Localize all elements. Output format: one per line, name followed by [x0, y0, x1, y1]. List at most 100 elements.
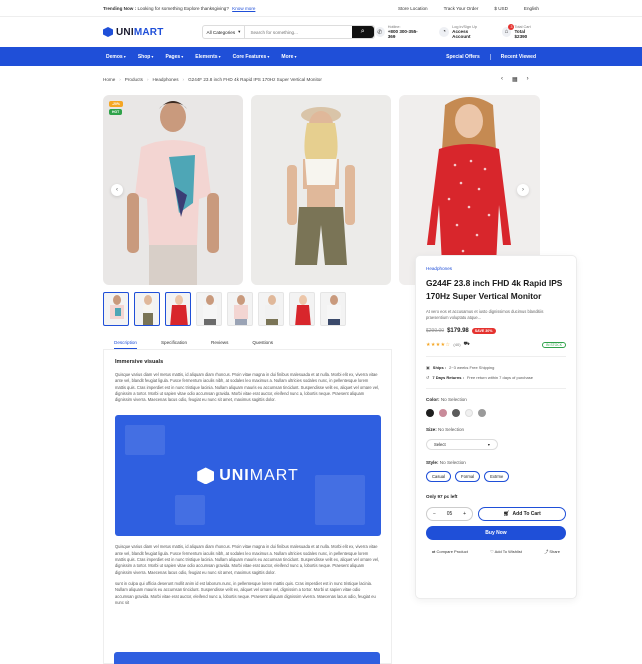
trending-link[interactable]: Know more: [232, 6, 255, 11]
store-location-link[interactable]: Store Location: [398, 6, 428, 11]
wishlist-button[interactable]: ♡ Add To Wishlist: [490, 549, 522, 555]
style-options: Casual Formal Extrme: [426, 471, 566, 482]
style-extrme[interactable]: Extrme: [484, 471, 510, 482]
nav-right: Special Offers Recent Viewed: [446, 53, 536, 60]
thumbnail-image: [110, 295, 124, 319]
tab-description[interactable]: Description: [114, 336, 137, 349]
cart[interactable]: ⌂ 3 Total Cart Total $2390: [501, 24, 539, 39]
color-swatch-gray[interactable]: [452, 409, 460, 417]
nav-demos[interactable]: Demos: [106, 54, 126, 60]
color-swatch-white[interactable]: [465, 409, 473, 417]
banner-logo: UNI MART: [197, 467, 299, 485]
product-image-2[interactable]: [251, 95, 391, 285]
next-product-icon[interactable]: ›: [527, 76, 529, 83]
color-swatch-black[interactable]: [426, 409, 434, 417]
secondary-banner: [114, 652, 380, 664]
special-offers-link[interactable]: Special Offers: [446, 54, 480, 60]
hotline-number: +800 300-355-369: [387, 29, 418, 39]
compare-button[interactable]: ⇄ Compare Product: [432, 549, 468, 555]
thumbnail-2[interactable]: [134, 292, 160, 326]
price-row: $299.00 $179.98 SAVE 30%: [426, 328, 566, 334]
plus-button[interactable]: +: [463, 511, 466, 517]
nav-shop[interactable]: Shop: [138, 54, 154, 60]
hotline[interactable]: ✆ Hotline: +800 300-355-369: [374, 25, 425, 39]
add-to-cart-button[interactable]: 🛒︎ Add To Cart: [478, 507, 566, 521]
style-label: Style: No Selection: [426, 460, 566, 465]
share-button[interactable]: ⤴ Share: [544, 549, 560, 555]
discount-badge: SAVE 30%: [471, 328, 496, 334]
nav-core-features[interactable]: Core Features: [233, 54, 270, 60]
model-crop-top-image: [287, 107, 355, 265]
product-image-1[interactable]: -20% HOT ‹: [103, 95, 243, 285]
product-info-panel: Headphones G244F 23.8 inch FHD 4k Rapid …: [415, 255, 577, 599]
product-category[interactable]: Headphones: [426, 266, 566, 271]
main-nav: Demos Shop Pages Elements Core Features …: [0, 47, 642, 66]
review-count[interactable]: (40): [453, 342, 460, 347]
style-label-text: Style:: [426, 460, 439, 465]
language-select[interactable]: English: [524, 6, 539, 11]
user-icon: ◔: [439, 27, 450, 37]
buy-now-button[interactable]: Buy Now: [426, 526, 566, 540]
tab-specification[interactable]: Specification: [161, 336, 187, 349]
color-swatch-pink[interactable]: [439, 409, 447, 417]
product-nav: ‹ ▦ ›: [501, 76, 529, 83]
product-tabs: Description Specification Reviews Questi…: [103, 336, 392, 350]
thumbnail-image: [170, 295, 188, 325]
quantity-stepper: − 05 +: [426, 507, 473, 521]
search-button[interactable]: ⌕: [351, 26, 374, 38]
arrow-left-icon[interactable]: ‹: [111, 184, 123, 196]
style-value: No Selection: [439, 460, 466, 465]
thumbnail-1[interactable]: [103, 292, 129, 326]
currency-select[interactable]: $ USD: [494, 6, 508, 11]
stock-left: Only 97 pc left: [426, 494, 458, 499]
minus-button[interactable]: −: [433, 511, 436, 517]
breadcrumb-products[interactable]: Products: [125, 77, 143, 82]
category-select[interactable]: All Categories ▾: [203, 26, 246, 38]
phone-icon: ✆: [374, 27, 385, 37]
header-info: ✆ Hotline: +800 300-355-369 ◔ Log in/Sign…: [374, 24, 539, 39]
nav-pages[interactable]: Pages: [165, 54, 183, 60]
thumbnail-8[interactable]: [320, 292, 346, 326]
grid-icon[interactable]: ▦: [512, 76, 518, 83]
top-links: Store Location Track Your Order $ USD En…: [398, 6, 539, 11]
thumbnail-image: [295, 295, 311, 325]
thumbnail-5[interactable]: [227, 292, 253, 326]
logo[interactable]: UNI MART: [103, 27, 164, 38]
brand-banner: UNI MART: [115, 415, 381, 537]
banner-decoration: [175, 495, 205, 526]
box-icon: ▣: [426, 365, 430, 370]
thumbnail-7[interactable]: [289, 292, 315, 326]
breadcrumb-home[interactable]: Home: [103, 77, 115, 82]
breadcrumb-headphones[interactable]: Headphones: [152, 77, 178, 82]
banner-decoration: [125, 425, 165, 456]
track-order-link[interactable]: Track Your Order: [444, 6, 479, 11]
size-select[interactable]: Select ▾: [426, 439, 498, 450]
product-subtitle: At vero eos et accusamus et iusto dignis…: [426, 309, 544, 320]
nav-elements[interactable]: Elements: [195, 54, 220, 60]
chevron-down-icon: ▾: [238, 29, 241, 34]
size-select-label: Select: [434, 442, 446, 447]
divider: [426, 356, 566, 357]
quantity-value[interactable]: 05: [447, 511, 453, 517]
discount-badge: -20%: [109, 101, 123, 107]
recent-viewed-link[interactable]: Recent Viewed: [489, 53, 536, 60]
banner-decoration: [315, 475, 365, 526]
size-label-text: Size:: [426, 427, 437, 432]
thumbnail-3[interactable]: [165, 292, 191, 326]
style-formal[interactable]: Formal: [455, 471, 481, 482]
style-casual[interactable]: Casual: [426, 471, 452, 482]
search-input[interactable]: [245, 29, 352, 35]
chevron-right-icon: ›: [182, 77, 185, 82]
star-rating-icon: ★★★★☆: [426, 341, 451, 348]
thumbnail-4[interactable]: [196, 292, 222, 326]
prev-product-icon[interactable]: ‹: [501, 76, 503, 83]
return-icon: ↺: [426, 375, 430, 380]
nav-more[interactable]: More: [281, 54, 296, 60]
arrow-right-icon[interactable]: ›: [517, 184, 529, 196]
tab-questions[interactable]: Questions: [252, 336, 273, 349]
account[interactable]: ◔ Log in/Sign Up Access Account: [439, 25, 487, 39]
color-swatch-silver[interactable]: [478, 409, 486, 417]
add-to-cart-label: Add To Cart: [512, 511, 541, 517]
thumbnail-6[interactable]: [258, 292, 284, 326]
tab-reviews[interactable]: Reviews: [211, 336, 228, 349]
